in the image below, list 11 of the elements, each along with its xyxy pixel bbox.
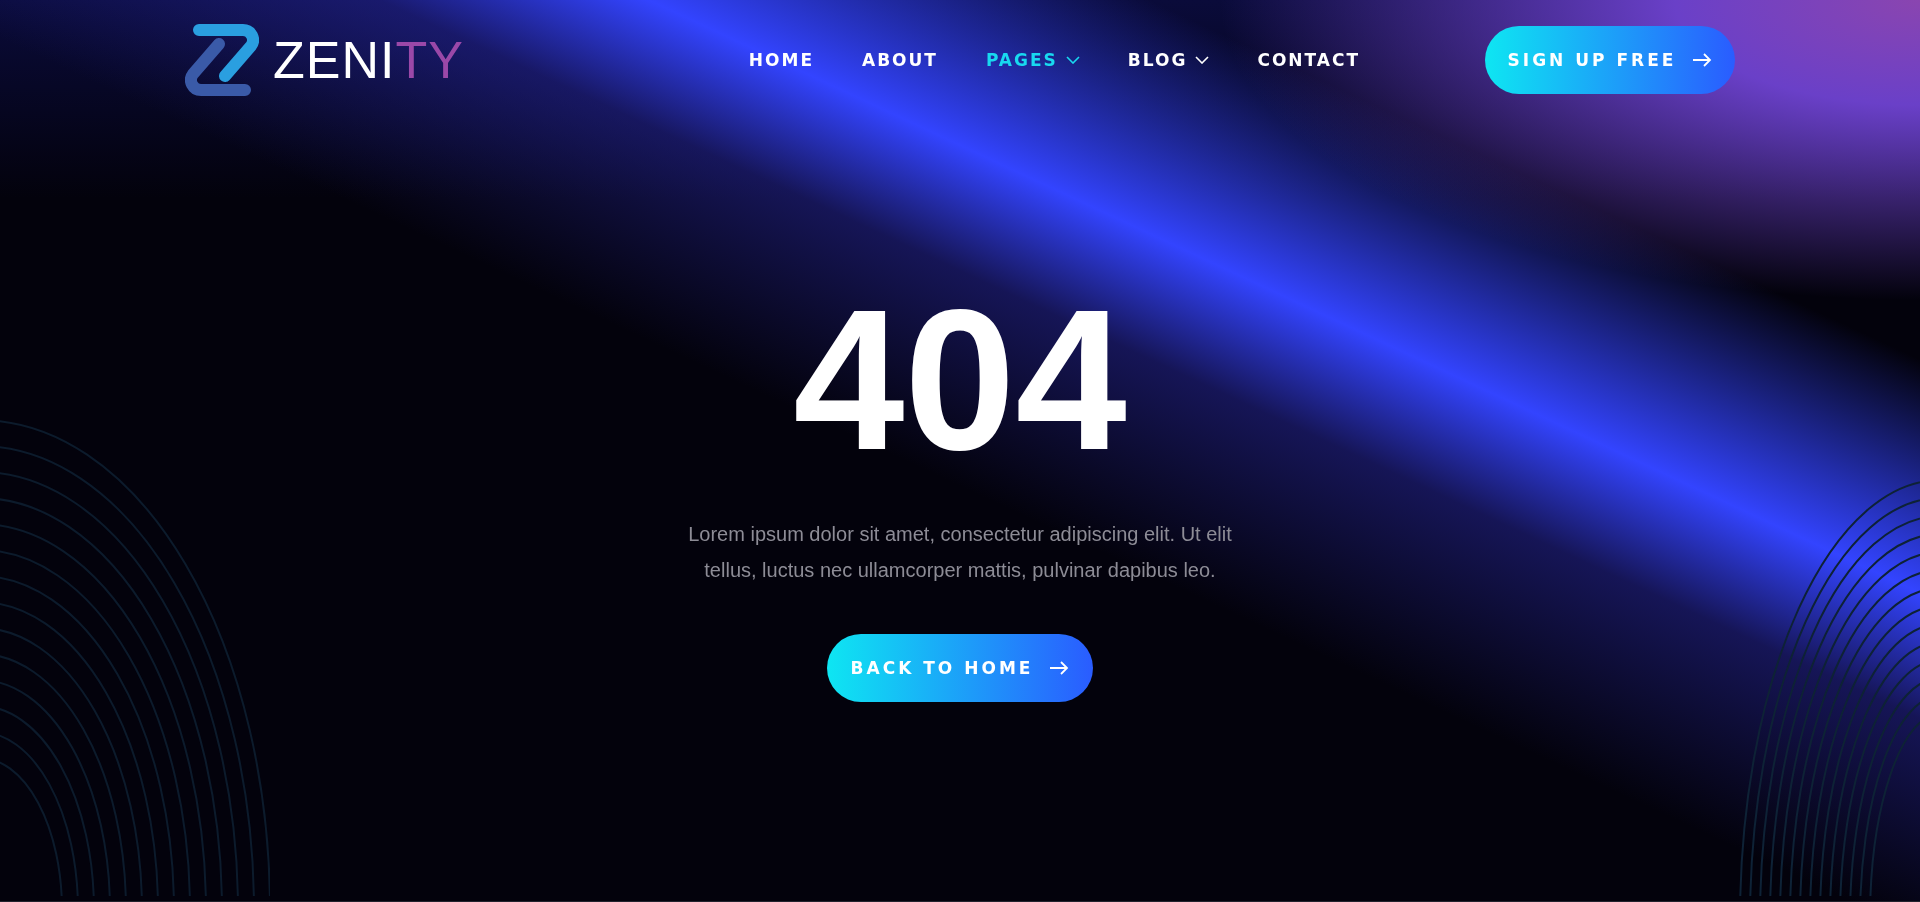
arrow-right-icon: [1049, 661, 1070, 675]
nav-link[interactable]: ABOUT: [862, 50, 938, 70]
error-code: 404: [793, 290, 1127, 470]
nav-link[interactable]: HOME: [748, 50, 814, 70]
nav-link[interactable]: PAGES: [985, 50, 1080, 70]
arrow-right-icon: [1692, 53, 1713, 67]
error-message: Lorem ipsum dolor sit amet, consectetur adipiscing elit. Ut elit tellus, luctus nec ullamcorper mattis, pulvinar dapibus leo.: [687, 522, 1233, 583]
logo-icon: [185, 24, 259, 96]
logo-wordmark: ZENITY: [273, 30, 464, 90]
nav-link[interactable]: BLOG: [1127, 50, 1210, 70]
nav-link[interactable]: CONTACT: [1257, 50, 1361, 70]
